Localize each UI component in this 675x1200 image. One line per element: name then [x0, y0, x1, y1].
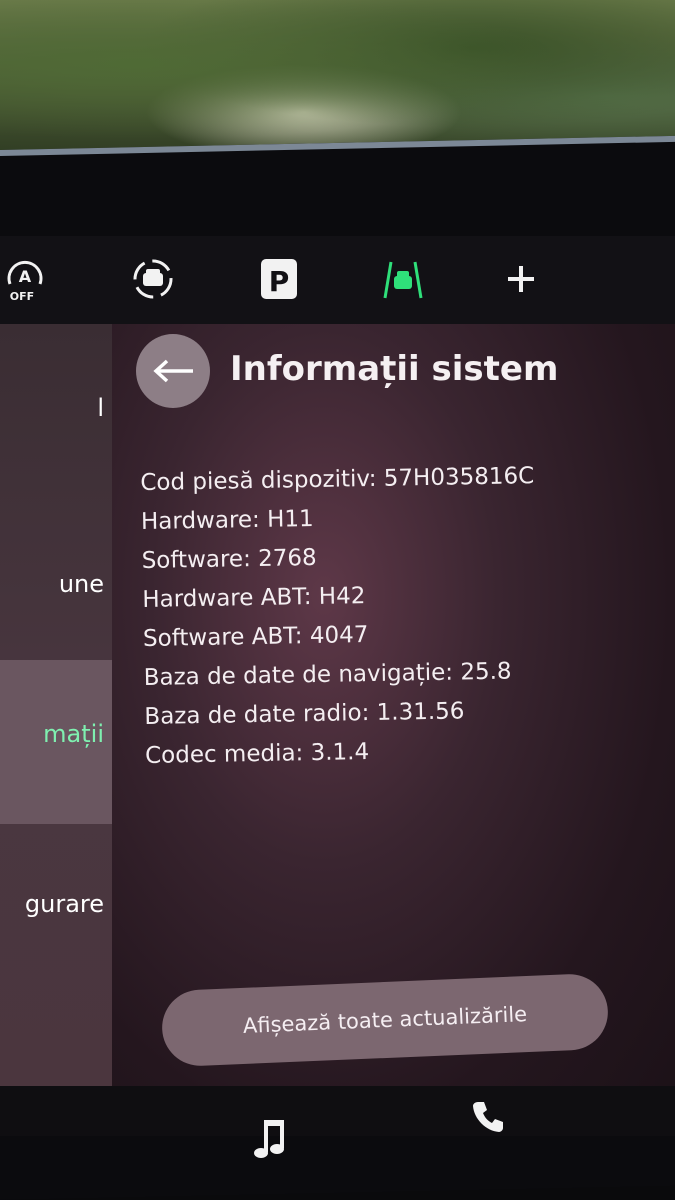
- parking-icon[interactable]: P: [254, 254, 304, 304]
- phone-icon[interactable]: [470, 1098, 506, 1138]
- info-software-abt: Software ABT: 4047: [142, 622, 369, 652]
- info-part-number: Cod piesă dispozitiv: 57H035816C: [140, 463, 535, 496]
- sidebar-item-informatii[interactable]: mații: [0, 660, 112, 824]
- info-navigation-db: Baza de date de navigație: 25.8: [143, 658, 512, 691]
- bottom-nav-bar: [0, 1086, 675, 1136]
- lane-assist-icon[interactable]: [378, 254, 428, 304]
- info-media-codec: Codec media: 3.1.4: [144, 739, 370, 769]
- back-arrow-icon: [153, 359, 193, 383]
- add-icon[interactable]: [496, 254, 546, 304]
- quick-access-bar: A OFF P: [0, 236, 675, 324]
- info-radio-db: Baza de date radio: 1.31.56: [144, 698, 465, 730]
- sidebar-item-1[interactable]: l: [0, 394, 112, 422]
- svg-text:P: P: [269, 265, 290, 298]
- info-hardware-abt: Hardware ABT: H42: [142, 583, 366, 613]
- auto-start-stop-off-icon[interactable]: A OFF: [0, 254, 50, 304]
- system-info-list: Cod piesă dispozitiv: 57H035816C Hardwar…: [140, 457, 539, 776]
- show-all-updates-button[interactable]: Afișează toate actualizările: [160, 972, 610, 1068]
- info-hardware: Hardware: H11: [140, 505, 314, 535]
- background-photo: [0, 0, 675, 160]
- page-title: Informații sistem: [230, 349, 559, 389]
- svg-text:A: A: [19, 267, 32, 286]
- svg-text:OFF: OFF: [10, 290, 34, 303]
- sidebar-item-2[interactable]: une: [0, 570, 112, 598]
- music-icon[interactable]: [252, 1118, 288, 1166]
- driver-assist-icon[interactable]: [128, 254, 178, 304]
- settings-sidebar: l une mații gurare: [0, 324, 112, 1136]
- info-software: Software: 2768: [141, 544, 317, 574]
- sidebar-item-4[interactable]: gurare: [0, 890, 112, 918]
- infotainment-screen: A OFF P l une mații gurare Informații si…: [0, 236, 675, 1136]
- back-button[interactable]: [136, 334, 210, 408]
